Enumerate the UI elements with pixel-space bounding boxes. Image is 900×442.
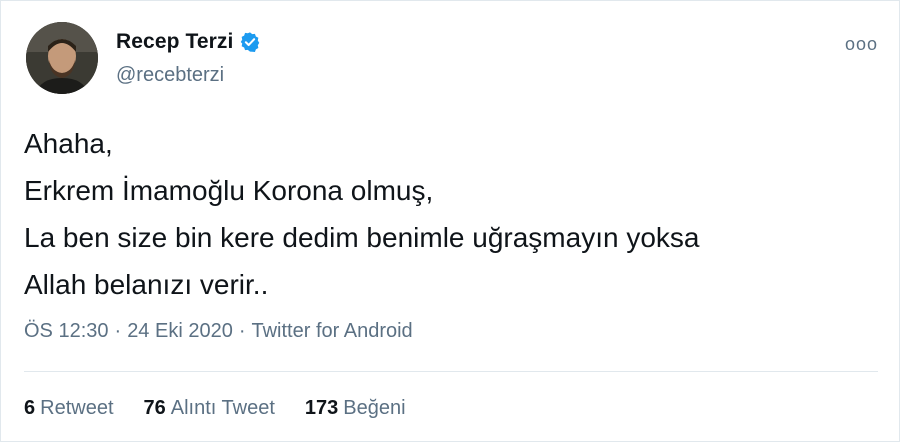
avatar-photo bbox=[26, 22, 98, 94]
more-options-icon[interactable]: ooo bbox=[845, 34, 878, 55]
verified-badge-icon bbox=[239, 31, 261, 53]
tweet-time[interactable]: ÖS 12:30 bbox=[24, 320, 109, 342]
tweet-date[interactable]: 24 Eki 2020 bbox=[127, 320, 233, 342]
like-count[interactable]: 173 Beğeni bbox=[305, 397, 406, 420]
tweet-source[interactable]: Twitter for Android bbox=[252, 320, 413, 342]
tweet-text: Ahaha, Erkrem İmamoğlu Korona olmuş, La … bbox=[24, 120, 699, 308]
author-row: Recep Terzi bbox=[116, 30, 261, 54]
divider bbox=[24, 371, 878, 372]
tweet-line: Allah belanızı verir.. bbox=[24, 269, 269, 300]
meta-separator: · bbox=[238, 320, 246, 342]
tweet-line: La ben size bin kere dedim benimle uğraş… bbox=[24, 222, 700, 253]
meta-separator: · bbox=[114, 320, 122, 342]
avatar[interactable] bbox=[26, 22, 98, 94]
author-handle[interactable]: @recebterzi bbox=[116, 64, 224, 87]
tweet-line: Erkrem İmamoğlu Korona olmuş, bbox=[24, 175, 434, 206]
author-name[interactable]: Recep Terzi bbox=[116, 30, 233, 54]
retweet-count[interactable]: 6 Retweet bbox=[24, 397, 114, 420]
tweet-line: Ahaha, bbox=[24, 128, 113, 159]
tweet-meta: ÖS 12:30 · 24 Eki 2020 · Twitter for Android bbox=[24, 320, 413, 343]
engagement-stats: 6 Retweet 76 Alıntı Tweet 173 Beğeni bbox=[24, 397, 436, 420]
quote-tweet-count[interactable]: 76 Alıntı Tweet bbox=[144, 397, 275, 420]
